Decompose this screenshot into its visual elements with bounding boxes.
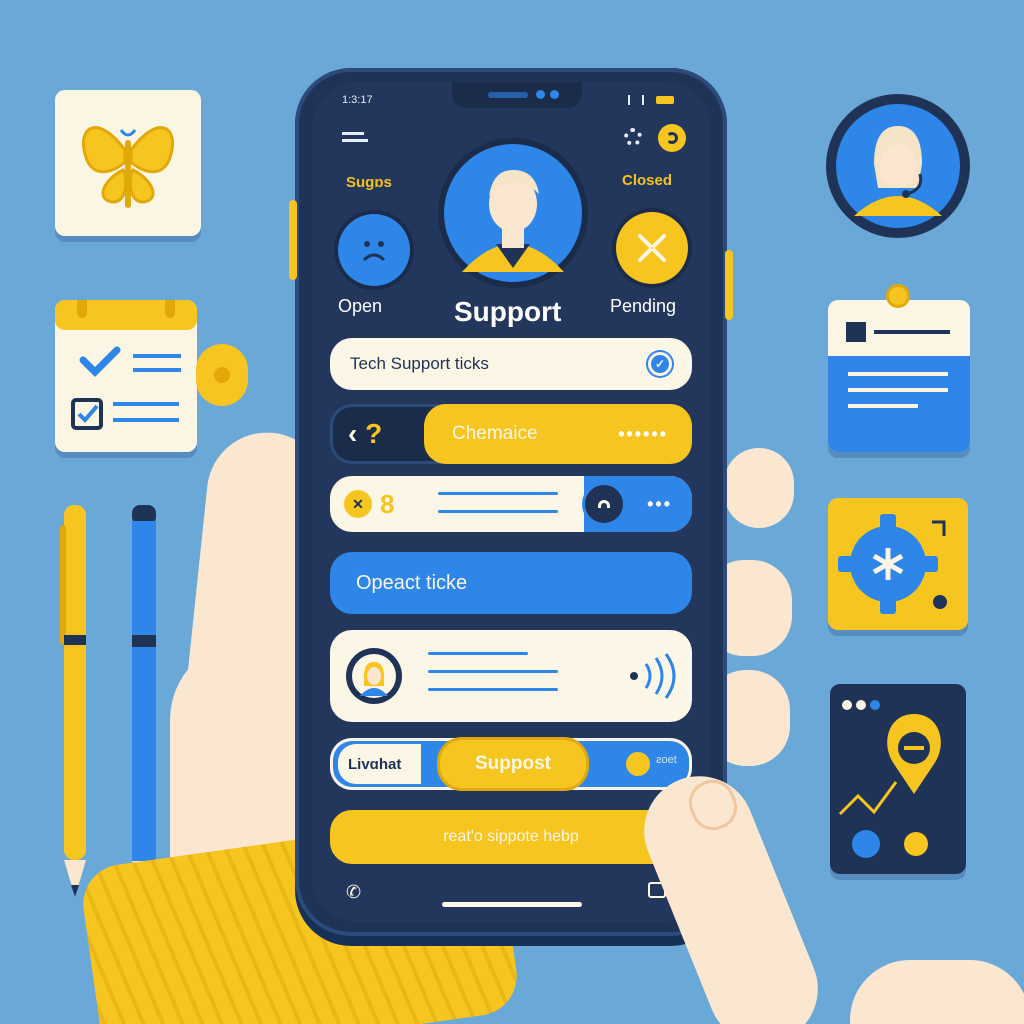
open-label: Open xyxy=(338,296,383,316)
tech-support-label: Tech Support ticks xyxy=(350,354,489,373)
gear-icon[interactable] xyxy=(624,128,642,146)
settings-gear-icon xyxy=(838,514,947,614)
check-icon: ✓ xyxy=(648,352,672,376)
chemaice-dots: •••••• xyxy=(618,423,668,444)
slider-knob[interactable] xyxy=(582,482,626,526)
header-right-tag: Closed xyxy=(622,172,673,189)
live-chat-label: Livɑhat xyxy=(348,755,402,773)
calendar-icon xyxy=(55,292,197,430)
sad-face-icon xyxy=(362,241,386,262)
butterfly-card xyxy=(55,90,201,236)
sound-waves-icon xyxy=(630,653,676,699)
small-text: ƨoet xyxy=(656,754,677,766)
pin-decoration xyxy=(886,284,910,308)
pending-status-button[interactable] xyxy=(616,212,688,284)
status-dot xyxy=(626,752,650,776)
header-left-tag: Suɡɒs xyxy=(346,174,392,191)
avatar-icon xyxy=(444,144,582,282)
side-button xyxy=(289,200,297,280)
phone-icon[interactable]: ✆ xyxy=(346,882,361,903)
map-pin-icon xyxy=(838,714,941,858)
status-icons xyxy=(628,94,688,106)
finger-1 xyxy=(724,448,794,528)
menu-icon[interactable] xyxy=(342,132,368,146)
counter-value: 8 xyxy=(380,488,395,519)
home-indicator[interactable] xyxy=(442,902,582,907)
chemaice-label: Chemaice xyxy=(452,423,538,444)
agent-message-card[interactable] xyxy=(330,630,692,722)
notepad-card xyxy=(828,300,970,452)
request-help-button[interactable]: reat'o sippote hebp xyxy=(330,810,692,864)
close-icon[interactable]: ✕ xyxy=(344,490,372,518)
calendar-card xyxy=(55,292,197,452)
page-title: Support xyxy=(454,296,562,327)
status-time: 1:3:17 xyxy=(342,94,373,106)
map-card xyxy=(830,684,966,874)
other-hand xyxy=(850,960,1024,1024)
headset-agent-icon xyxy=(836,104,960,228)
agent-avatar xyxy=(346,648,402,704)
pen-icon xyxy=(60,505,86,897)
chemaice-button[interactable]: Chemaice •••••• xyxy=(424,404,692,464)
side-button-right xyxy=(725,250,733,320)
pencil-icon xyxy=(132,505,156,899)
support-avatar xyxy=(438,138,588,288)
phone-screen: 1:3:17 Suɡɒs Closed Open Support Pending… xyxy=(312,82,710,922)
toggle-icon[interactable] xyxy=(658,124,686,152)
question-prefix: ‹ ? xyxy=(348,418,383,449)
notch xyxy=(452,82,582,108)
open-ticket-label: Opeact ticke xyxy=(356,571,468,594)
request-help-label: reat'o sippote hebp xyxy=(443,828,579,845)
open-status-button[interactable] xyxy=(338,214,410,286)
agent-badge xyxy=(826,94,970,238)
support-button-label: Suppost xyxy=(475,753,551,774)
settings-card xyxy=(828,498,968,630)
notepad-icon xyxy=(846,322,866,342)
tools-icon xyxy=(638,234,666,262)
butterfly-icon xyxy=(81,126,175,208)
support-button[interactable]: Suppost xyxy=(440,740,586,788)
tech-support-tickets-row[interactable]: Tech Support ticks ✓ xyxy=(330,338,692,390)
calendar-tab-decoration xyxy=(196,344,248,406)
pending-label: Pending xyxy=(610,296,677,316)
open-ticket-button[interactable]: Opeact ticke xyxy=(330,552,692,614)
